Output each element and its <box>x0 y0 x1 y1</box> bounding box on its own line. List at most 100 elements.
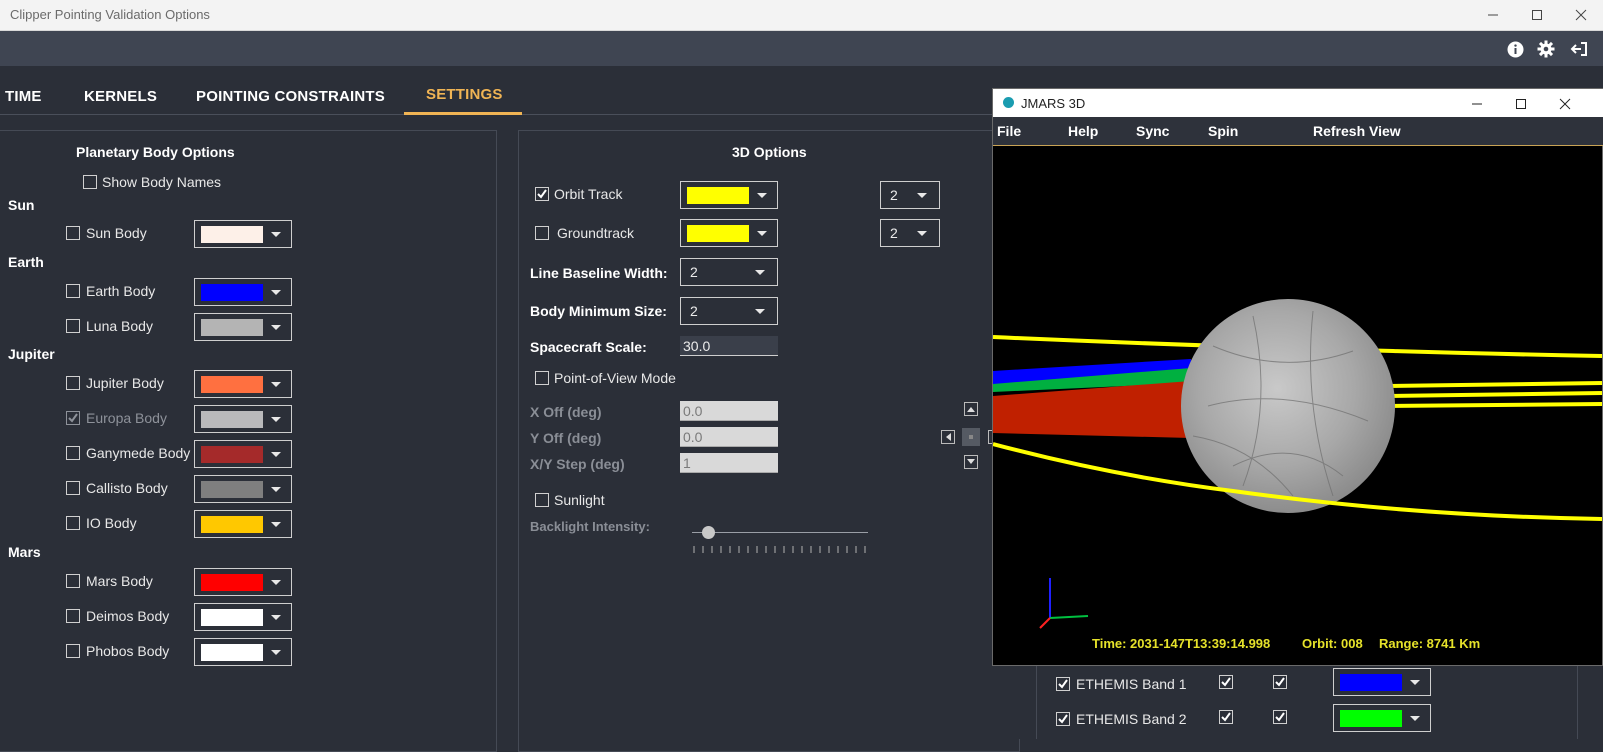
band-1-checkbox[interactable] <box>1056 677 1070 691</box>
sun-body-checkbox[interactable] <box>66 226 80 240</box>
y-off-input[interactable]: 0.0 <box>680 427 778 447</box>
info-icon[interactable] <box>1505 39 1525 59</box>
menu-sync[interactable]: Sync <box>1136 123 1169 139</box>
phobos-body-color-select[interactable] <box>194 638 292 666</box>
chevron-down-icon <box>755 309 765 314</box>
color-swatch <box>201 319 263 336</box>
chevron-down-icon <box>271 417 281 422</box>
color-swatch <box>201 481 263 498</box>
body-min-size-label: Body Minimum Size: <box>530 303 667 319</box>
spacecraft-scale-value: 30.0 <box>683 338 711 354</box>
body-min-size-select[interactable]: 2 <box>680 297 778 325</box>
deimos-body-color-select[interactable] <box>194 603 292 631</box>
show-body-names-checkbox[interactable] <box>83 175 97 189</box>
mars-body-checkbox[interactable] <box>66 574 80 588</box>
groundtrack-checkbox[interactable] <box>535 226 549 240</box>
ganymede-body-checkbox[interactable] <box>66 446 80 460</box>
color-swatch <box>201 644 263 661</box>
tab-active-indicator <box>404 112 522 115</box>
menu-spin[interactable]: Spin <box>1208 123 1238 139</box>
xy-step-input[interactable]: 1 <box>680 453 778 473</box>
gear-icon[interactable] <box>1536 39 1556 59</box>
luna-body-color-select[interactable] <box>194 313 292 341</box>
tab-settings[interactable]: SETTINGS <box>426 86 503 103</box>
sun-body-color-select[interactable] <box>194 220 292 248</box>
callisto-body-checkbox[interactable] <box>66 481 80 495</box>
phobos-body-checkbox[interactable] <box>66 644 80 658</box>
jmars-logo-icon <box>1003 97 1014 108</box>
slider-thumb[interactable] <box>702 526 716 539</box>
callisto-body-label: Callisto Body <box>86 480 168 496</box>
spacecraft-scale-input[interactable]: 30.0 <box>680 336 778 356</box>
band-2-col2-checkbox[interactable] <box>1273 710 1287 724</box>
sunlight-checkbox[interactable] <box>535 493 549 507</box>
nudge-center-button[interactable] <box>962 428 980 446</box>
band-2-color-select[interactable] <box>1333 704 1431 732</box>
band-1-color-select[interactable] <box>1333 668 1431 696</box>
jupiter-body-color-select[interactable] <box>194 370 292 398</box>
nudge-down-button[interactable] <box>964 455 978 469</box>
pov-mode-checkbox[interactable] <box>535 371 549 385</box>
backlight-slider[interactable] <box>692 526 868 560</box>
nudge-up-button[interactable] <box>964 402 978 416</box>
band-2-col1-checkbox[interactable] <box>1219 710 1233 724</box>
io-body-checkbox[interactable] <box>66 516 80 530</box>
checkmark-icon <box>1058 679 1068 689</box>
chevron-down-icon <box>271 382 281 387</box>
io-body-color-select[interactable] <box>194 510 292 538</box>
xy-step-label: X/Y Step (deg) <box>530 456 625 472</box>
minimize-icon[interactable] <box>1471 0 1515 30</box>
mars-body-color-select[interactable] <box>194 568 292 596</box>
toolbar <box>0 31 1603 66</box>
spacecraft-scale-label: Spacecraft Scale: <box>530 339 647 355</box>
jupiter-body-checkbox[interactable] <box>66 376 80 390</box>
ganymede-body-color-select[interactable] <box>194 440 292 468</box>
menu-refresh-view[interactable]: Refresh View <box>1313 123 1401 139</box>
groundtrack-width-select[interactable]: 2 <box>880 219 940 247</box>
jmars-maximize-icon[interactable] <box>1515 97 1527 115</box>
arrow-down-icon <box>967 459 975 464</box>
chevron-down-icon <box>271 232 281 237</box>
logout-icon[interactable] <box>1569 39 1589 59</box>
callisto-body-color-select[interactable] <box>194 475 292 503</box>
europa-body-checkbox[interactable] <box>66 411 80 425</box>
nudge-left-button[interactable] <box>941 430 955 444</box>
earth-body-color-select[interactable] <box>194 278 292 306</box>
jmars-close-icon[interactable] <box>1559 97 1571 115</box>
color-swatch <box>201 226 263 243</box>
europa-body-color-select[interactable] <box>194 405 292 433</box>
chevron-down-icon <box>757 231 767 236</box>
line-baseline-select[interactable]: 2 <box>680 258 778 286</box>
deimos-body-checkbox[interactable] <box>66 609 80 623</box>
band-1-col2-checkbox[interactable] <box>1273 675 1287 689</box>
orbit-track-width-select[interactable]: 2 <box>880 181 940 209</box>
show-body-names-label: Show Body Names <box>102 174 222 190</box>
band-2-checkbox[interactable] <box>1056 712 1070 726</box>
color-swatch <box>201 609 263 626</box>
earth-body-checkbox[interactable] <box>66 284 80 298</box>
tab-kernels[interactable]: KERNELS <box>84 88 157 105</box>
x-off-input[interactable]: 0.0 <box>680 401 778 421</box>
planetary-header: Planetary Body Options <box>76 144 235 160</box>
tab-pointing-constraints[interactable]: POINTING CONSTRAINTS <box>196 88 385 105</box>
maximize-icon[interactable] <box>1515 0 1559 30</box>
orbit-track-label: Orbit Track <box>554 186 623 202</box>
chevron-down-icon <box>1410 716 1420 721</box>
jmars-3d-viewport[interactable]: Time: 2031-147T13:39:14.998 Orbit: 008 R… <box>993 146 1602 665</box>
tab-time[interactable]: TIME <box>5 88 42 105</box>
checkmark-icon <box>68 413 78 423</box>
jmars-menubar: File Help Sync Spin Refresh View <box>993 117 1603 146</box>
io-body-label: IO Body <box>86 515 137 531</box>
earth-body-label: Earth Body <box>86 283 156 299</box>
jmars-minimize-icon[interactable] <box>1471 97 1483 115</box>
orbit-track-checkbox[interactable] <box>535 187 549 201</box>
orbit-track-color-select[interactable] <box>680 181 778 209</box>
y-off-value: 0.0 <box>683 429 703 445</box>
chevron-down-icon <box>271 580 281 585</box>
menu-file[interactable]: File <box>997 123 1021 139</box>
close-icon[interactable] <box>1559 0 1603 30</box>
luna-body-checkbox[interactable] <box>66 319 80 333</box>
menu-help[interactable]: Help <box>1068 123 1098 139</box>
groundtrack-color-select[interactable] <box>680 219 778 247</box>
band-1-col1-checkbox[interactable] <box>1219 675 1233 689</box>
